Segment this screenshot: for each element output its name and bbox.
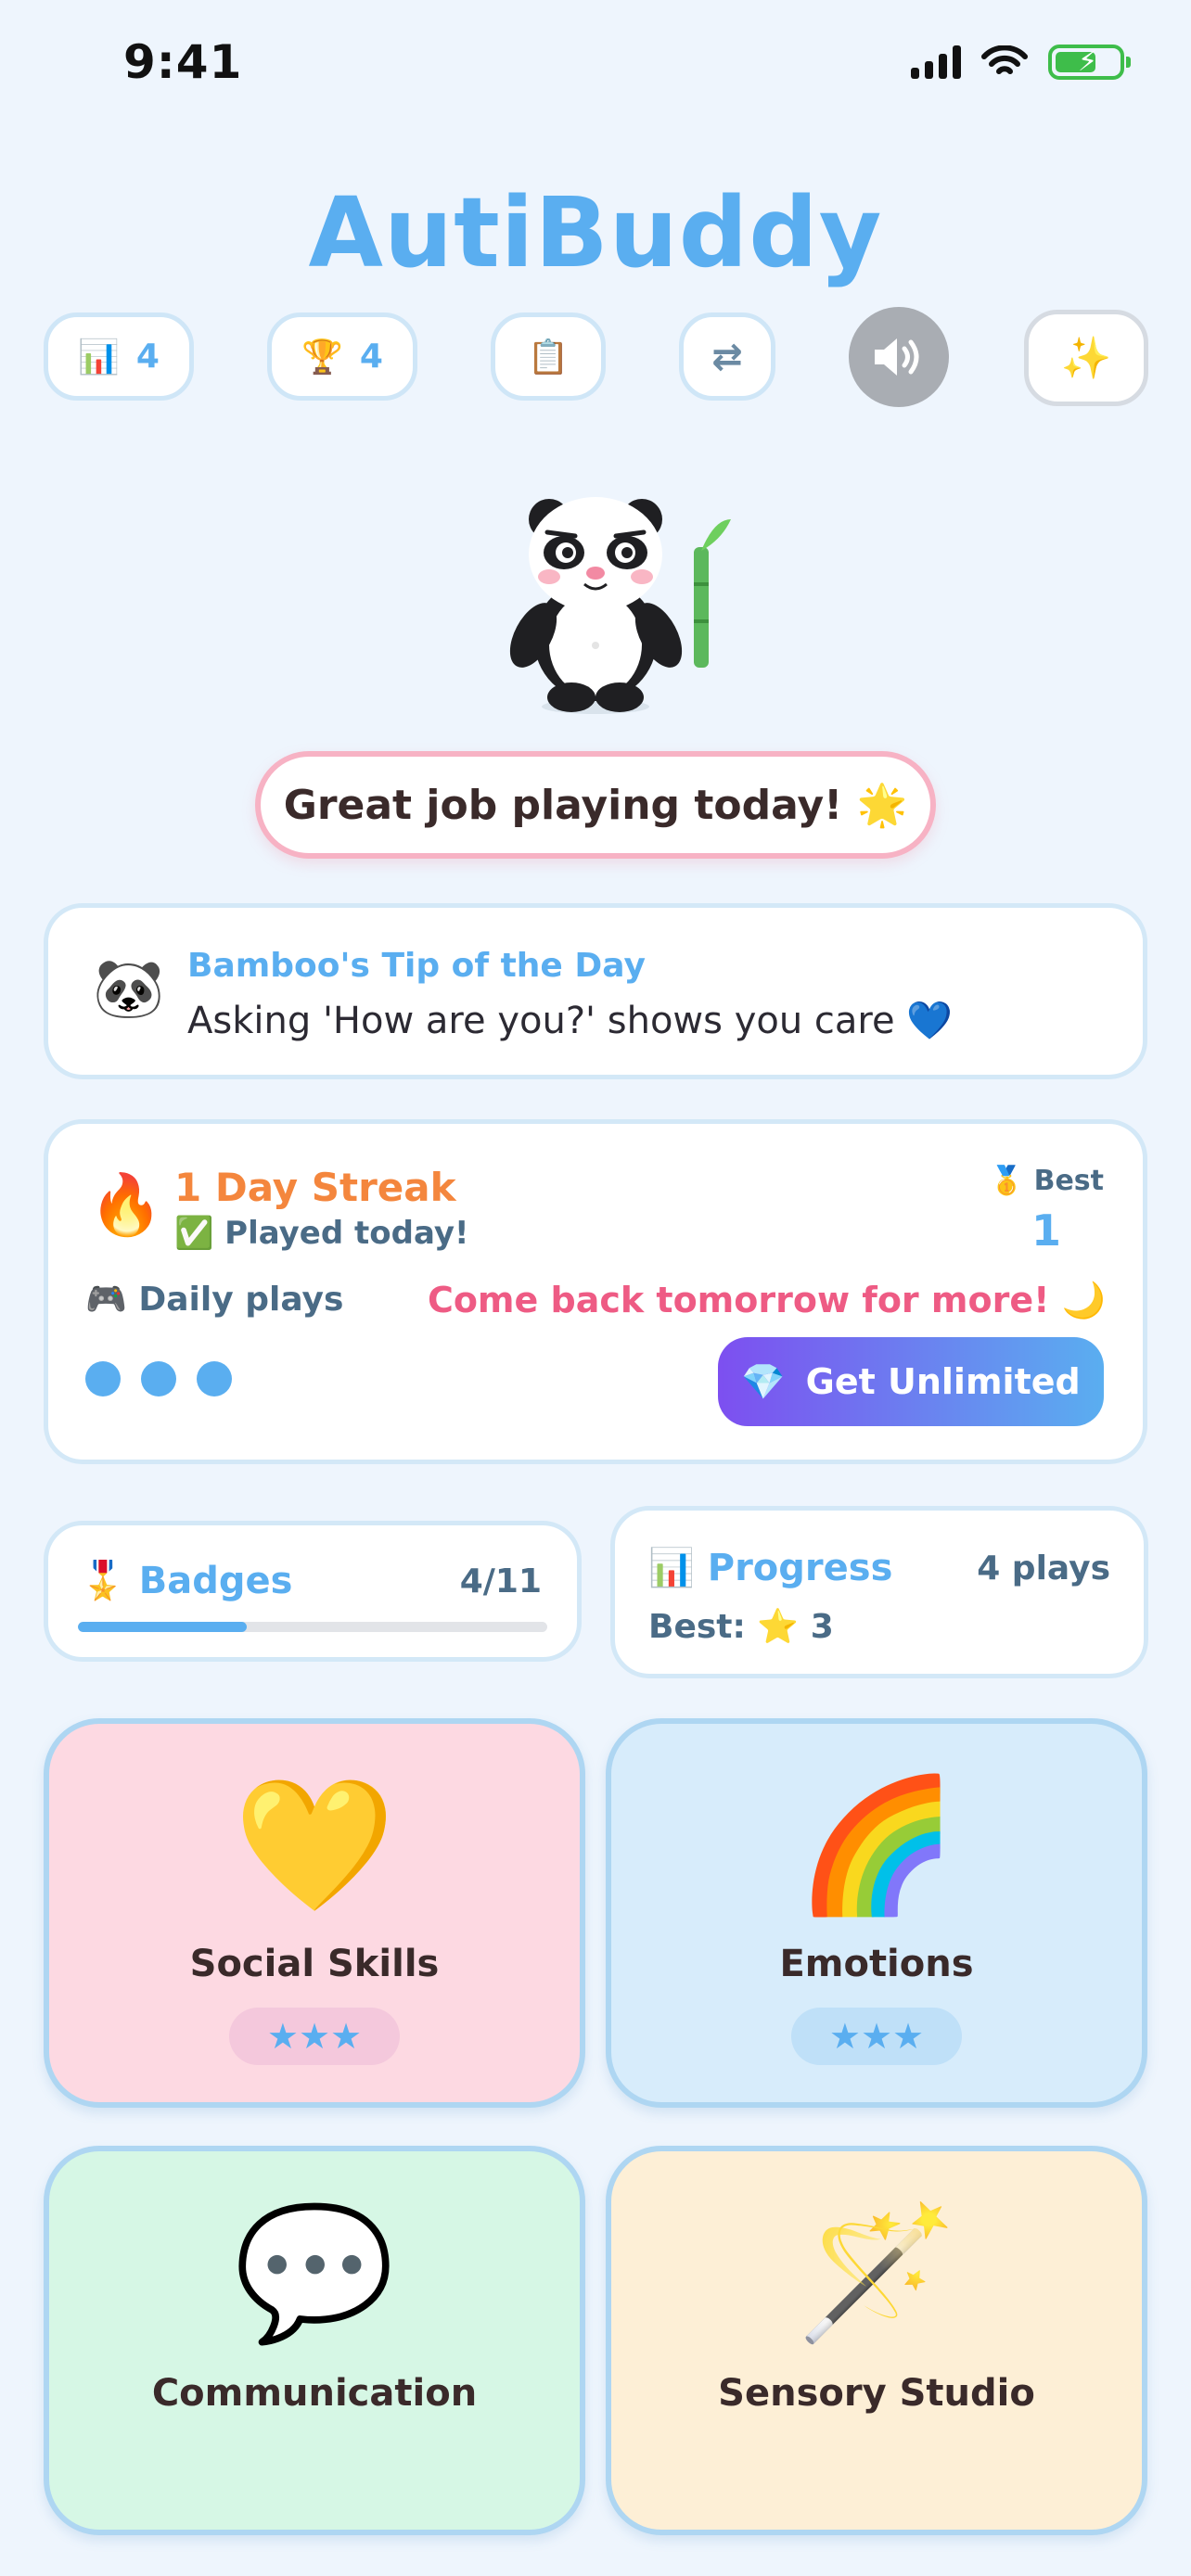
fire-icon: 🔥 [89,1171,163,1240]
tile-label: Social Skills [189,1943,440,1985]
best-label-text: Best [1033,1165,1104,1197]
switch-button[interactable]: ⇄ [679,312,775,401]
badges-count: 4/11 [459,1562,542,1600]
rainbow-icon: 🌈 [795,1770,958,1921]
progress-card[interactable]: 📊 Progress 4 plays Best: ⭐ 3 [610,1506,1148,1678]
tile-label: Sensory Studio [718,2372,1035,2415]
badges-title-text: Badges [138,1560,293,1602]
panda-mascot [509,497,731,714]
bar-chart-icon: 📊 [648,1547,695,1589]
encouragement-bubble: Great job playing today! 🌟 [255,751,936,859]
yellow-heart-icon: 💛 [233,1770,396,1921]
speaker-icon [875,338,919,376]
daily-play-dot [197,1361,232,1396]
clipboard-button[interactable]: 📋 [491,312,606,401]
daily-play-dot [141,1361,176,1396]
magic-wand-icon: 🪄 [795,2198,958,2349]
best-label: 🥇 Best [990,1165,1104,1197]
tip-card: 🐼 Bamboo's Tip of the Day Asking 'How ar… [44,903,1147,1079]
come-back-message: Come back tomorrow for more! 🌙 [427,1280,1106,1320]
progress-title: 📊 Progress [648,1546,892,1589]
speech-bubble-icon: 💬 [233,2198,396,2349]
medal-ribbon-icon: 🎖️ [80,1560,126,1602]
progress-plays: 4 plays [977,1549,1110,1588]
status-time: 9:41 [123,35,243,89]
trophy-icon: 🏆 [301,338,343,376]
sparkles-icon: ✨ [1060,335,1112,382]
status-icons: ⚡ [911,45,1131,80]
signal-icon [911,45,961,79]
trophy-button[interactable]: 🏆 4 [267,312,417,401]
app-title: AutiBuddy [308,176,883,289]
clipboard-icon: 📋 [527,338,570,376]
stats-button[interactable]: 📊 4 [44,312,194,401]
badges-progress-bar [78,1622,547,1632]
tile-social-skills[interactable]: 💛 Social Skills ★★★ [44,1718,585,2108]
sound-button[interactable] [849,307,949,407]
tile-label: Emotions [779,1943,974,1985]
tile-stars: ★★★ [229,2008,400,2065]
streak-card: 🔥 1 Day Streak ✅ Played today! 🥇 Best 1 … [44,1119,1147,1464]
medal-icon: 🥇 [989,1165,1025,1197]
played-today-status: ✅ Played today! [174,1215,469,1252]
get-unlimited-label: Get Unlimited [805,1361,1081,1402]
streak-title: 1 Day Streak [174,1165,456,1210]
game-controller-icon: 🎮 [85,1281,127,1319]
tip-title: Bamboo's Tip of the Day [187,947,646,985]
progress-best: Best: ⭐ 3 [648,1608,834,1646]
get-unlimited-button[interactable]: 💎 Get Unlimited [718,1337,1104,1426]
swap-arrows-icon: ⇄ [711,335,743,378]
tile-stars: ★★★ [791,2008,962,2065]
sparkle-button[interactable]: ✨ [1024,310,1148,406]
tile-label: Communication [151,2372,478,2415]
progress-title-text: Progress [707,1547,893,1589]
daily-play-dot [85,1361,121,1396]
wifi-icon [981,45,1028,74]
bar-chart-icon: 📊 [78,338,120,376]
best-value: 1 [1031,1205,1061,1256]
tile-sensory-studio[interactable]: 🪄 Sensory Studio [606,2146,1147,2535]
badges-progress-fill [78,1622,248,1632]
badges-title: 🎖️ Badges [80,1559,292,1602]
battery-icon: ⚡ [1048,45,1131,80]
daily-plays-text: Daily plays [138,1281,344,1319]
trophy-count: 4 [359,338,383,376]
badges-card[interactable]: 🎖️ Badges 4/11 [44,1521,582,1662]
tip-text: Asking 'How are you?' shows you care 💙 [187,1000,954,1042]
panda-face-icon: 🐼 [93,954,165,1022]
tile-communication[interactable]: 💬 Communication [44,2146,585,2535]
stats-count: 4 [135,338,160,376]
gem-icon: 💎 [741,1360,786,1402]
tile-emotions[interactable]: 🌈 Emotions ★★★ [606,1718,1147,2108]
daily-plays-label: 🎮 Daily plays [85,1280,343,1319]
